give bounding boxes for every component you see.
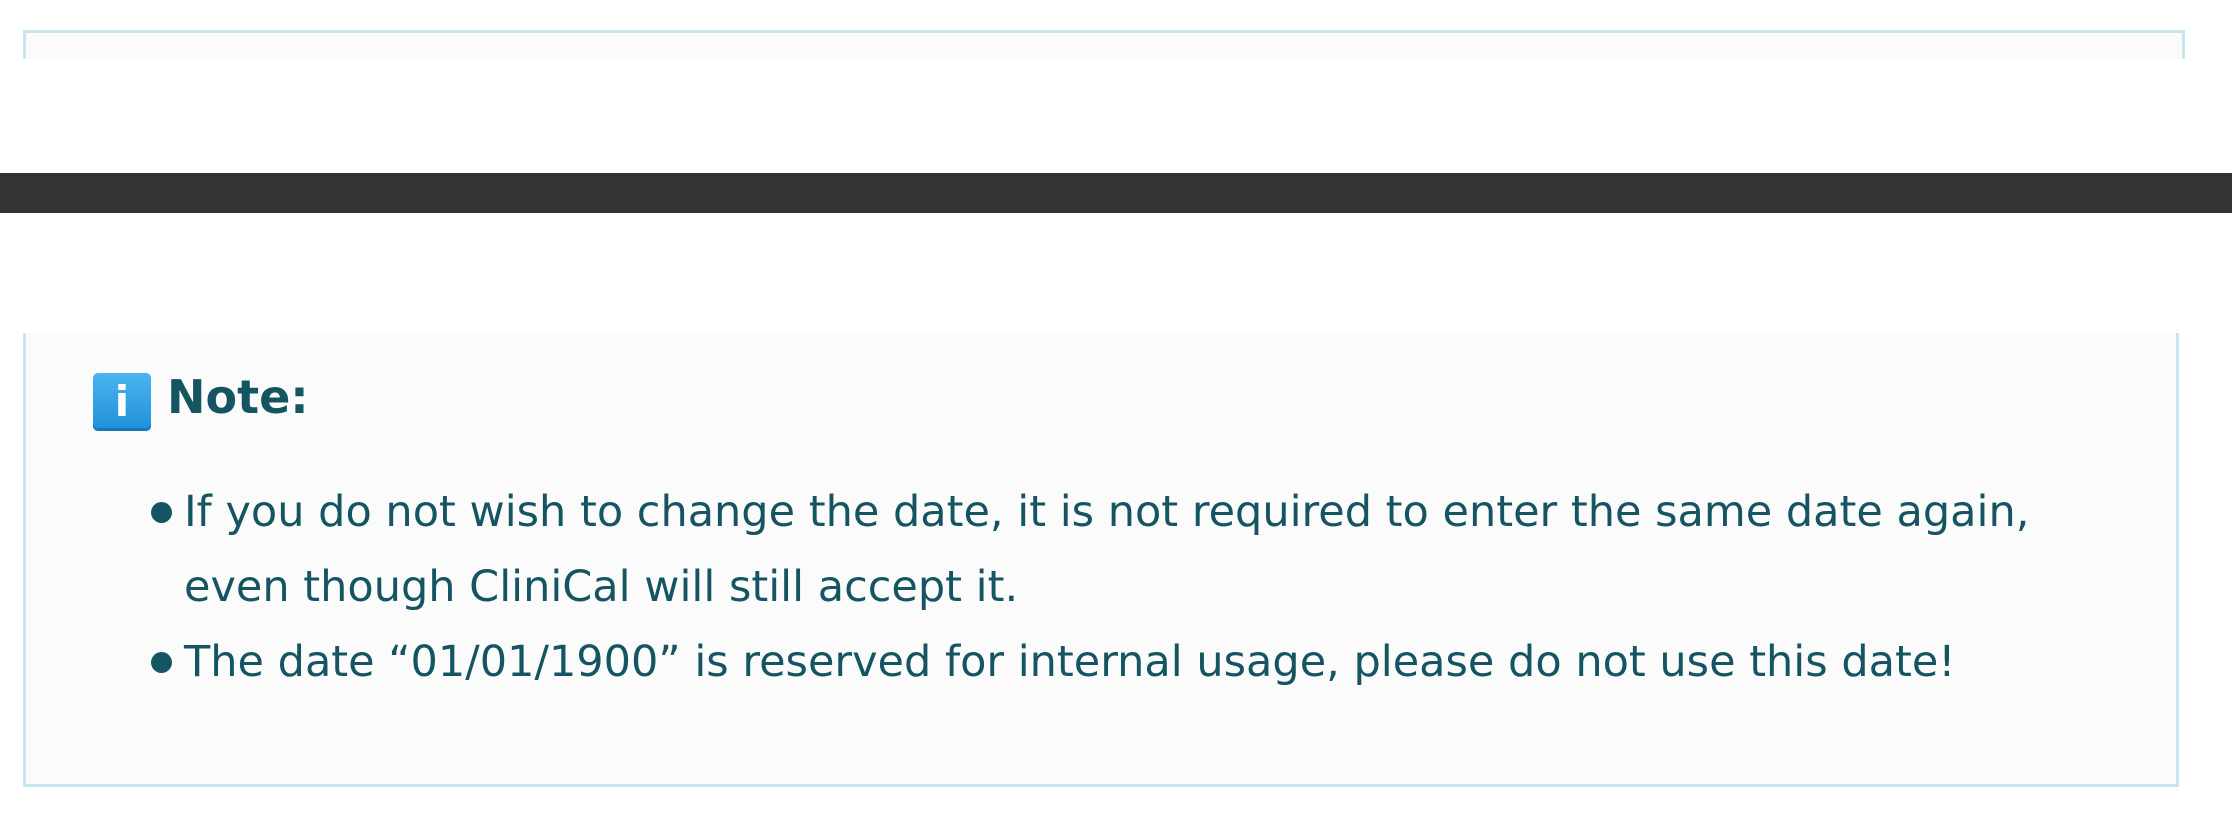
info-icon-glyph: i [114,377,130,426]
info-icon: i [93,373,151,431]
note-title: Note: [167,370,309,424]
note-box: i Note: If you do not wish to change the… [23,333,2179,787]
divider-bar [0,173,2232,213]
note-list-item: The date “01/01/1900” is reserved for in… [134,625,2094,700]
previous-box-edge [23,30,2185,59]
note-list-item: If you do not wish to change the date, i… [134,475,2094,625]
note-list: If you do not wish to change the date, i… [134,475,2094,700]
page: i Note: If you do not wish to change the… [0,0,2232,820]
note-heading: i Note: [93,363,309,431]
